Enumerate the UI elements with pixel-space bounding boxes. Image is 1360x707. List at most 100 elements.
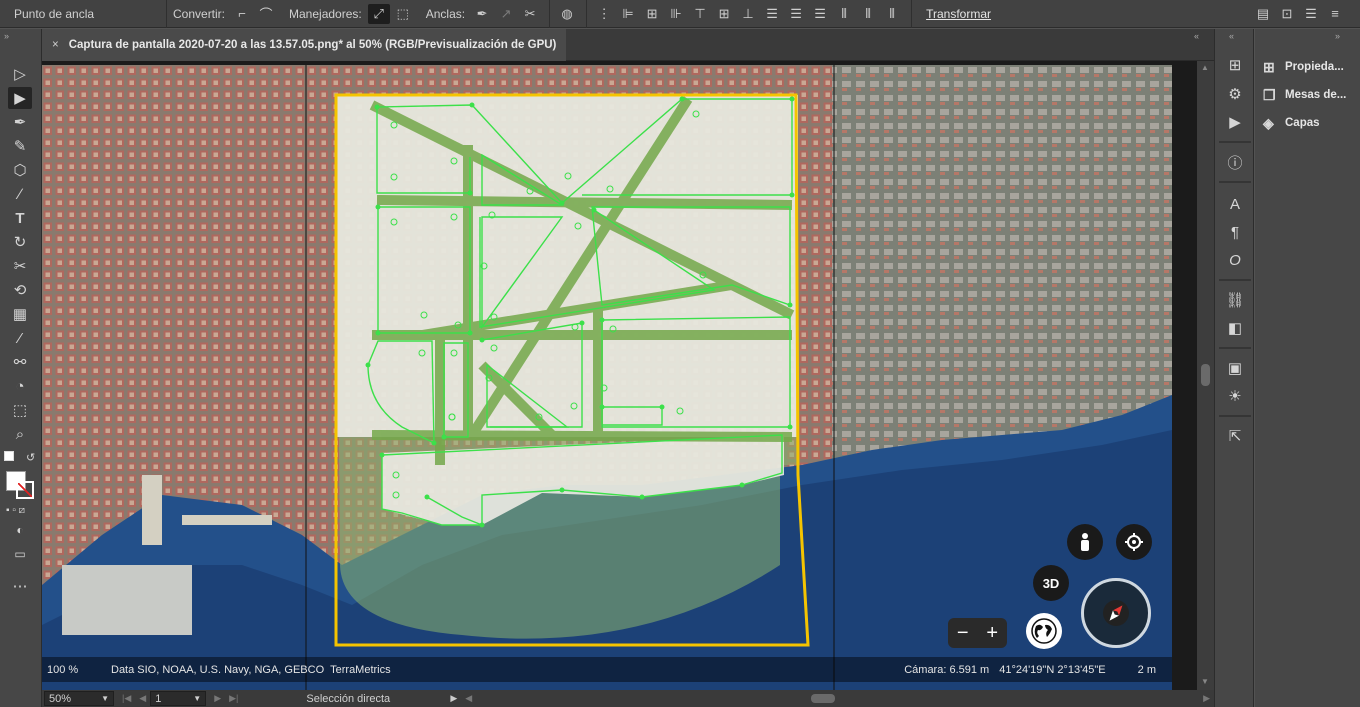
zoom-tool-icon[interactable]: ⌕ xyxy=(8,423,32,445)
first-artboard-icon[interactable]: |◀ xyxy=(122,693,131,704)
artboard-select[interactable]: 1 ▼ xyxy=(150,691,207,706)
gradient-tool-icon[interactable]: ▦ xyxy=(8,303,32,325)
default-colors-icon[interactable] xyxy=(4,451,14,461)
zoom-out-button[interactable]: − xyxy=(957,622,969,645)
distribute-bottom-icon[interactable]: ☰ xyxy=(809,4,831,24)
rotate-tool-icon[interactable]: ↻ xyxy=(8,231,32,253)
document-tab[interactable]: × Captura de pantalla 2020-07-20 a las 1… xyxy=(42,29,567,61)
asset-export-icon[interactable]: ⊞ xyxy=(1223,53,1247,77)
distribute-right-icon[interactable]: ⫴ xyxy=(881,4,903,24)
align-top-icon[interactable]: ⊤ xyxy=(689,4,711,24)
paragraph-icon[interactable]: ¶ xyxy=(1223,220,1247,244)
3d-button[interactable]: 3D xyxy=(1033,565,1069,601)
workspace-switcher-icon[interactable]: ☰ xyxy=(1300,4,1322,24)
character-icon[interactable]: A xyxy=(1223,192,1247,216)
play-icon[interactable]: ▶ xyxy=(1223,110,1247,134)
paintbrush-tool-icon[interactable]: ∕ xyxy=(8,183,32,205)
scissors-tool-icon[interactable]: ✂ xyxy=(8,255,32,277)
collapse-icon[interactable]: » xyxy=(4,31,10,41)
align-bottom-icon[interactable]: ⊥ xyxy=(737,4,759,24)
transform-link[interactable]: Transformar xyxy=(926,7,991,21)
scroll-thumb[interactable] xyxy=(1201,364,1210,386)
zoom-select[interactable]: 50% ▼ xyxy=(44,691,114,706)
arrange-documents-icon[interactable]: ▤ xyxy=(1252,4,1274,24)
globe-icon[interactable] xyxy=(1026,613,1062,649)
selection-tool-icon[interactable]: ▷ xyxy=(8,63,32,85)
align-to-icon[interactable]: ⋮ xyxy=(593,4,615,24)
scroll-thumb[interactable] xyxy=(811,694,836,703)
pen-tool-icon[interactable]: ✒ xyxy=(8,111,32,133)
color-mode-icon[interactable]: ▪ ▫ ⧄ xyxy=(6,505,25,516)
anchors-label: Anclas: xyxy=(425,6,466,21)
handles-label: Manejadores: xyxy=(289,6,362,21)
panel-artboards[interactable]: ❐ Mesas de... xyxy=(1263,83,1346,107)
lasso-tool-icon[interactable]: ⟲ xyxy=(8,279,32,301)
distribute-hcenter-icon[interactable]: ⫴ xyxy=(857,4,879,24)
eyedropper-tool-icon[interactable]: ⁄ xyxy=(8,327,32,349)
direct-selection-tool-icon[interactable]: ▶ xyxy=(8,87,32,109)
scroll-up-icon[interactable]: ▲ xyxy=(1201,63,1209,72)
compass-icon[interactable] xyxy=(1081,578,1151,648)
last-artboard-icon[interactable]: ▶| xyxy=(229,693,238,704)
shape-builder-tool-icon[interactable]: ◔ xyxy=(8,375,32,397)
type-tool-icon[interactable]: T xyxy=(8,207,32,229)
curvature-tool-icon[interactable]: ✎ xyxy=(8,135,32,157)
distribute-left-icon[interactable]: ⫴ xyxy=(833,4,855,24)
stroke-swatch[interactable] xyxy=(16,481,34,499)
collapse-icon[interactable]: « xyxy=(1194,31,1200,41)
next-artboard-icon[interactable]: ▶ xyxy=(214,693,221,704)
collapse-icon[interactable]: » xyxy=(1335,31,1341,41)
artboard-tool-icon[interactable]: ⬚ xyxy=(8,399,32,421)
mode-label: Punto de ancla xyxy=(14,6,95,21)
street-view-icon[interactable] xyxy=(1067,524,1103,560)
isolate-icon[interactable]: ⊡ xyxy=(1276,4,1298,24)
map-provider: TerraMetrics xyxy=(330,663,391,676)
connect-anchor-icon[interactable]: ↗ xyxy=(495,4,517,24)
scroll-down-icon[interactable]: ▼ xyxy=(1201,677,1209,686)
canvas[interactable]: 3D − + 100 % Data SIO, NOAA, U.S. Navy, … xyxy=(42,61,1197,690)
align-vcenter-icon[interactable]: ⊞ xyxy=(713,4,735,24)
chevron-down-icon: ▼ xyxy=(101,694,109,703)
scroll-right-icon[interactable]: ▶ xyxy=(1203,693,1210,704)
blend-tool-icon[interactable]: ⚯ xyxy=(8,351,32,373)
more-tools-icon[interactable]: ⋯ xyxy=(8,575,32,597)
panel-properties[interactable]: ⊞ Propieda... xyxy=(1263,55,1344,79)
libraries-icon[interactable]: ▣ xyxy=(1223,356,1247,380)
align-hcenter-icon[interactable]: ⊞ xyxy=(641,4,663,24)
distribute-vcenter-icon[interactable]: ☰ xyxy=(785,4,807,24)
vertical-scrollbar[interactable]: ▲ ▼ xyxy=(1197,61,1214,690)
scroll-left-icon[interactable]: ◀ xyxy=(465,693,472,704)
cut-path-icon[interactable]: ✂ xyxy=(519,4,541,24)
screen-mode-icon[interactable]: ▭ xyxy=(8,543,32,565)
gear-icon[interactable]: ⚙ xyxy=(1223,82,1247,106)
draw-mode-icon[interactable]: ◐ xyxy=(8,519,32,541)
locate-icon[interactable] xyxy=(1116,524,1152,560)
show-handles-icon[interactable]: ⤢ xyxy=(367,3,390,24)
zoom-in-button[interactable]: + xyxy=(986,622,998,645)
info-icon[interactable]: ⓘ xyxy=(1223,150,1247,174)
status-menu-icon[interactable]: ▶ xyxy=(450,693,457,704)
panel-layers[interactable]: ◈ Capas xyxy=(1263,111,1320,135)
distribute-top-icon[interactable]: ☰ xyxy=(761,4,783,24)
recolor-icon[interactable]: ◍ xyxy=(556,4,578,24)
close-tab-icon[interactable]: × xyxy=(52,39,59,51)
remove-anchor-icon[interactable]: ✒ xyxy=(471,4,493,24)
panel-menu-icon[interactable]: ≡ xyxy=(1324,4,1346,24)
collapse-icon[interactable]: « xyxy=(1229,31,1235,41)
current-tool-name: Selección directa xyxy=(306,692,391,705)
hide-handles-icon[interactable]: ⬚ xyxy=(392,4,414,24)
opentype-icon[interactable]: O xyxy=(1223,248,1247,272)
links-icon[interactable]: ⛓ xyxy=(1223,288,1247,312)
image-trace-icon[interactable]: ◧ xyxy=(1223,316,1247,340)
convert-to-corner-icon[interactable]: ⌐ xyxy=(231,4,253,24)
export-icon[interactable]: ⇱ xyxy=(1223,424,1247,448)
prev-artboard-icon[interactable]: ◀ xyxy=(139,693,146,704)
convert-to-smooth-icon[interactable]: ⌒ xyxy=(255,4,277,24)
align-left-icon[interactable]: ⊫ xyxy=(617,4,639,24)
document-title: Captura de pantalla 2020-07-20 a las 13.… xyxy=(68,39,557,51)
appearance-icon[interactable]: ☀ xyxy=(1223,384,1247,408)
polygon-tool-icon[interactable]: ⬡ xyxy=(8,159,32,181)
swap-colors-icon[interactable]: ↺ xyxy=(26,451,35,464)
align-right-icon[interactable]: ⊪ xyxy=(665,4,687,24)
horizontal-scrollbar[interactable] xyxy=(476,694,1199,703)
